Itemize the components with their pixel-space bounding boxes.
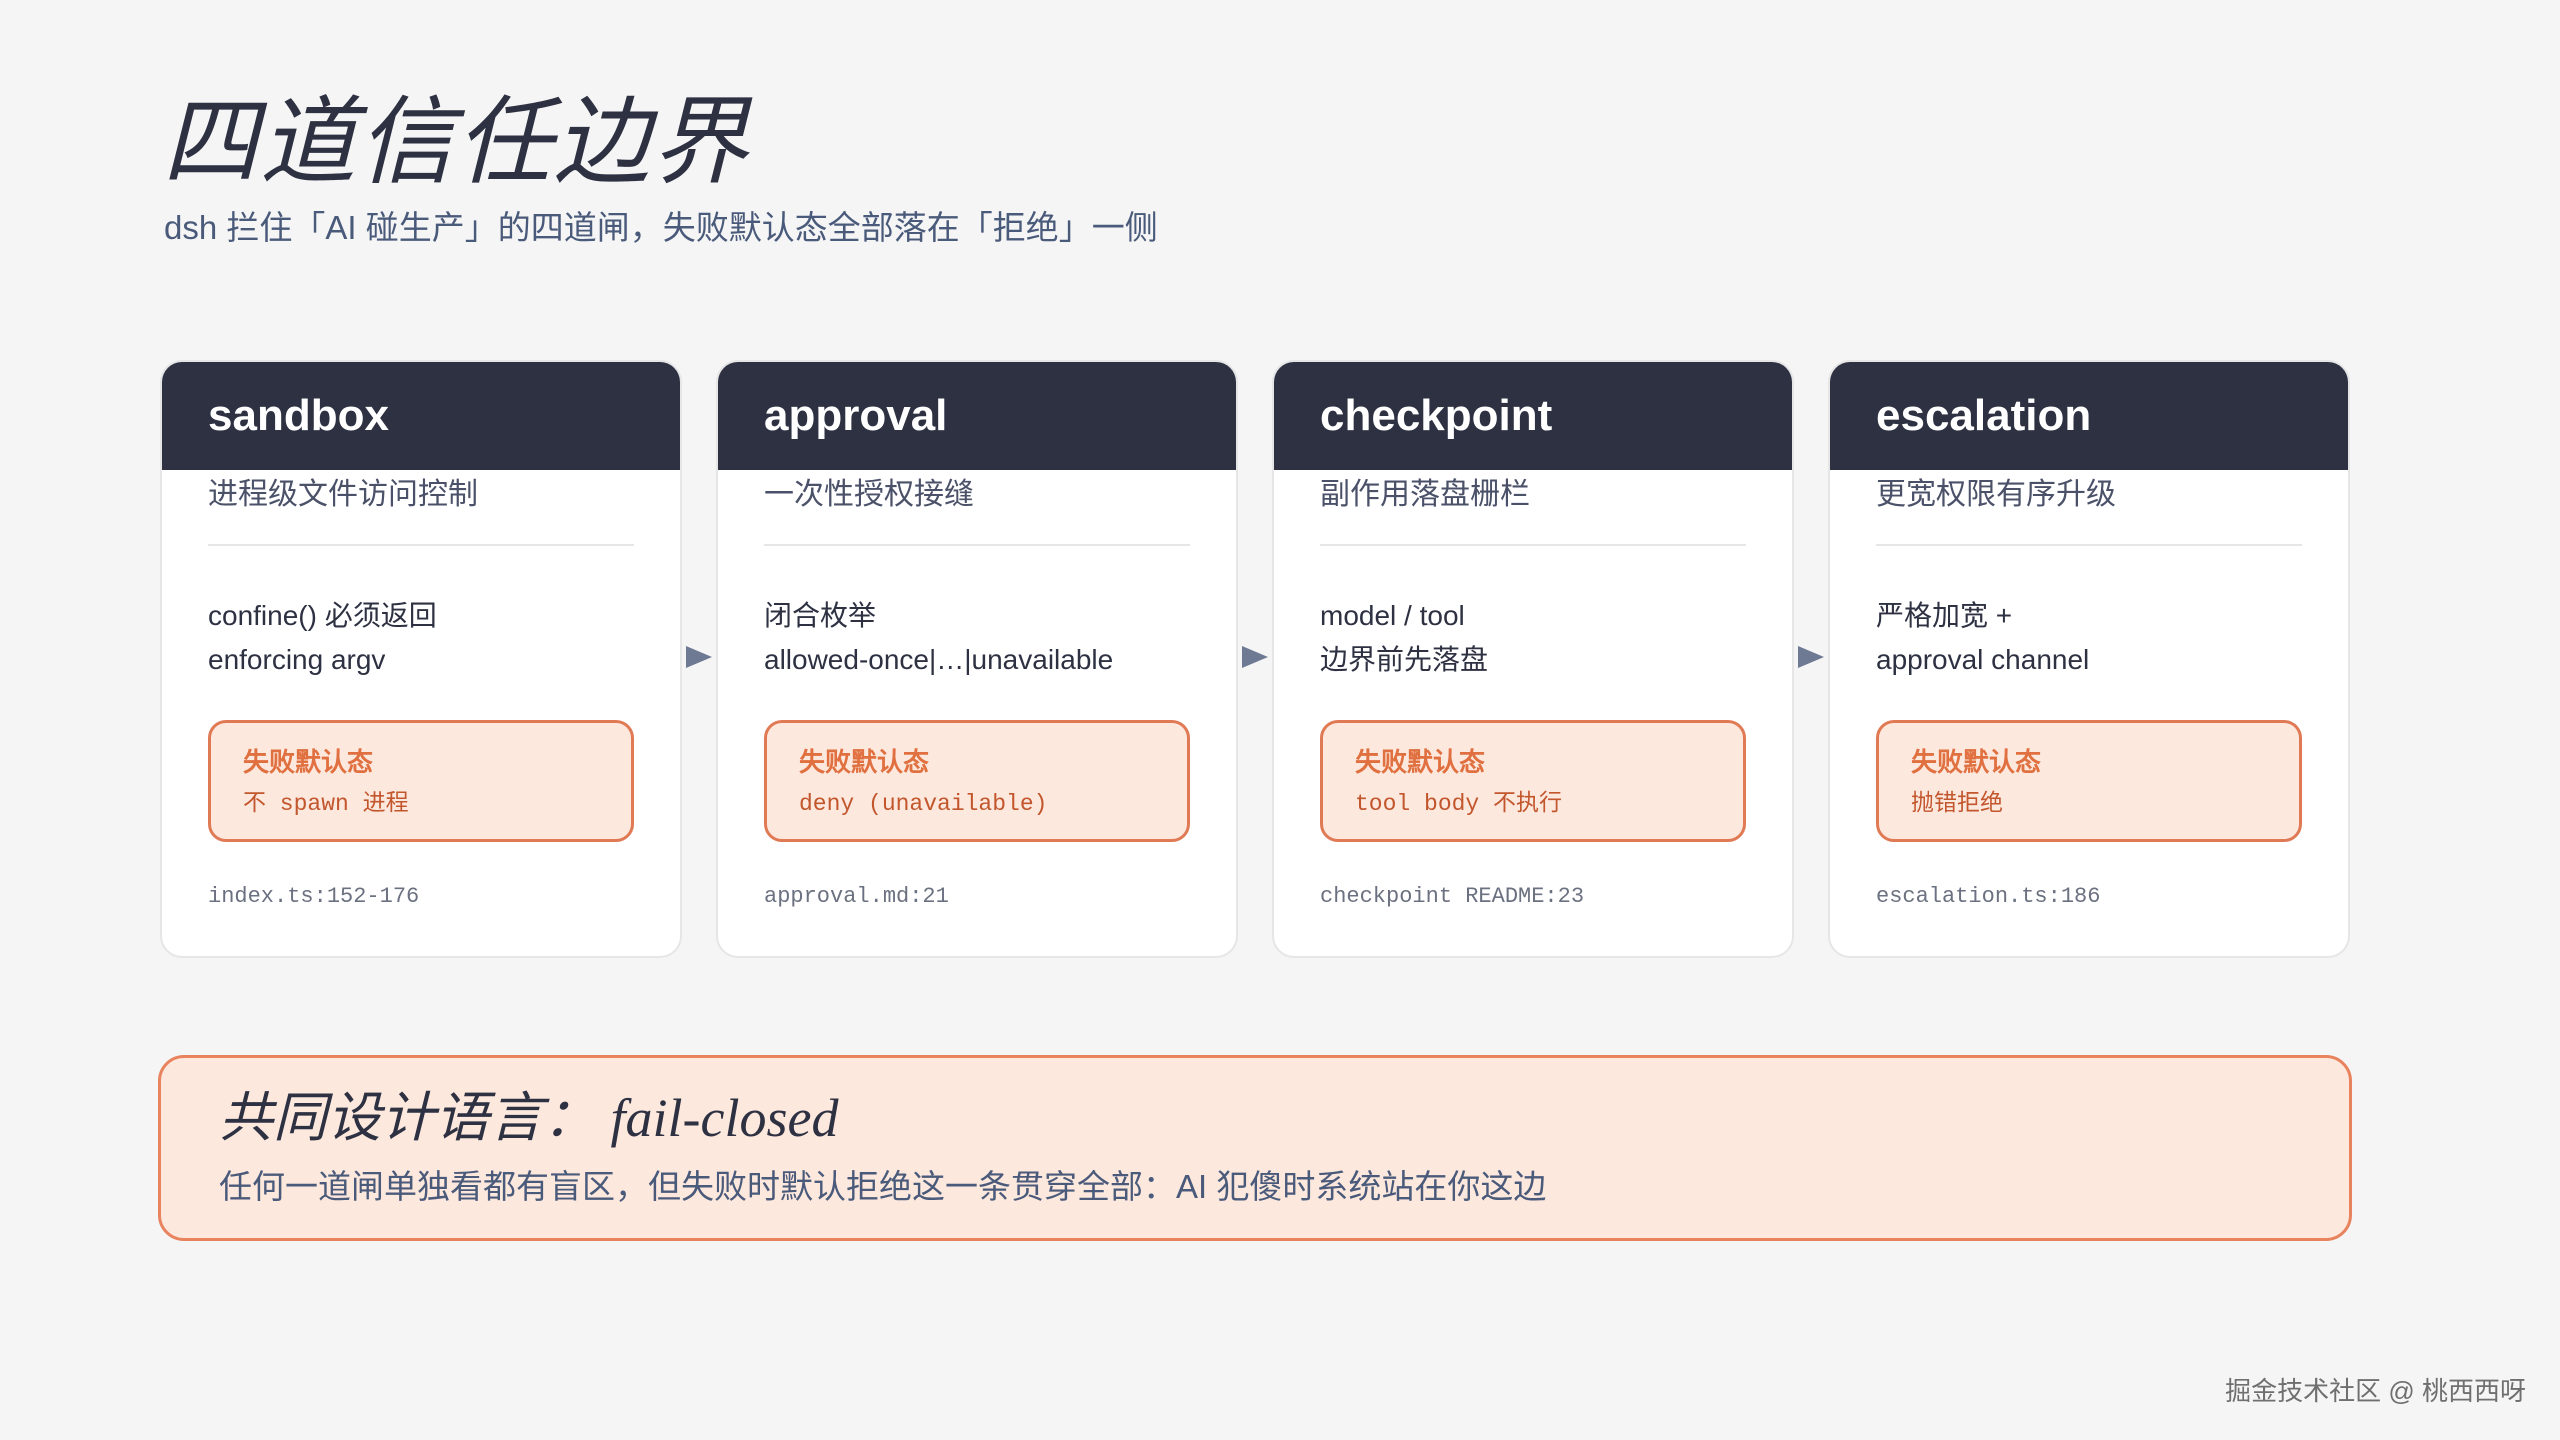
card-body-line: allowed-once|…|unavailable	[764, 644, 1114, 675]
source-reference: approval.md:21	[764, 884, 949, 909]
source-reference: escalation.ts:186	[1876, 884, 2101, 909]
card-title: escalation	[1876, 391, 2092, 440]
card-title: checkpoint	[1320, 391, 1553, 440]
card-title: approval	[764, 391, 948, 440]
fail-default-value: deny (unavailable)	[799, 791, 1048, 817]
boundary-card-escalation: escalation 更宽权限有序升级 严格加宽 + approval chan…	[1828, 360, 2350, 958]
summary-callout: 共同设计语言： fail-closed 任何一道闸单独看都有盲区，但失败时默认拒…	[158, 1055, 2352, 1241]
boundary-card-approval: approval 一次性授权接缝 闭合枚举 allowed-once|…|una…	[716, 360, 1238, 958]
card-body: 闭合枚举 allowed-once|…|unavailable	[764, 594, 1204, 682]
fail-default-label: 失败默认态	[799, 747, 930, 777]
card-divider	[208, 544, 634, 546]
card-header: sandbox	[162, 362, 680, 470]
fail-default-box: 失败默认态 deny (unavailable)	[764, 720, 1190, 842]
flow-arrow-icon	[686, 646, 712, 668]
card-body-line: model / tool	[1320, 600, 1465, 631]
fail-default-box: 失败默认态 抛错拒绝	[1876, 720, 2302, 842]
card-body-line: 严格加宽 +	[1876, 600, 2013, 631]
card-divider	[1320, 544, 1746, 546]
fail-default-box: 失败默认态 tool body 不执行	[1320, 720, 1746, 842]
card-subtitle: 一次性授权接缝	[764, 478, 974, 511]
page-subtitle: dsh 拦住「AI 碰生产」的四道闸，失败默认态全部落在「拒绝」一侧	[164, 209, 1158, 246]
card-header: checkpoint	[1274, 362, 1792, 470]
source-reference: checkpoint README:23	[1320, 884, 1585, 909]
fail-default-label: 失败默认态	[243, 747, 374, 777]
fail-default-label: 失败默认态	[1911, 747, 2042, 777]
fail-default-value: 抛错拒绝	[1911, 791, 2003, 817]
fail-default-value: 不 spawn 进程	[243, 791, 409, 817]
fail-default-box: 失败默认态 不 spawn 进程	[208, 720, 634, 842]
card-body-line: approval channel	[1876, 644, 2090, 675]
card-body: 严格加宽 + approval channel	[1876, 594, 2316, 682]
card-body: confine() 必须返回 enforcing argv	[208, 594, 648, 682]
card-subtitle: 副作用落盘栅栏	[1320, 478, 1530, 511]
boundary-card-checkpoint: checkpoint 副作用落盘栅栏 model / tool 边界前先落盘 失…	[1272, 360, 1794, 958]
card-body-line: 边界前先落盘	[1320, 644, 1489, 675]
flow-arrow-icon	[1798, 646, 1824, 668]
summary-text: 任何一道闸单独看都有盲区，但失败时默认拒绝这一条贯穿全部：AI 犯傻时系统站在你…	[219, 1168, 1547, 1205]
fail-default-label: 失败默认态	[1355, 747, 1486, 777]
card-divider	[764, 544, 1190, 546]
card-header: approval	[718, 362, 1236, 470]
flow-arrow-icon	[1242, 646, 1268, 668]
card-body-line: confine() 必须返回	[208, 600, 437, 631]
card-header: escalation	[1830, 362, 2348, 470]
boundary-card-sandbox: sandbox 进程级文件访问控制 confine() 必须返回 enforci…	[160, 360, 682, 958]
card-body-line: 闭合枚举	[764, 600, 877, 631]
card-body-line: enforcing argv	[208, 644, 386, 675]
source-reference: index.ts:152-176	[208, 884, 420, 909]
summary-title: 共同设计语言： fail-closed	[219, 1088, 839, 1148]
watermark: 掘金技术社区 @ 桃西西呀	[2225, 1376, 2526, 1406]
card-title: sandbox	[208, 391, 389, 440]
fail-default-value: tool body 不执行	[1355, 791, 1563, 817]
card-body: model / tool 边界前先落盘	[1320, 594, 1760, 682]
card-subtitle: 进程级文件访问控制	[208, 478, 478, 511]
card-subtitle: 更宽权限有序升级	[1876, 478, 2116, 511]
page-title: 四道信任边界	[162, 89, 750, 196]
card-divider	[1876, 544, 2302, 546]
